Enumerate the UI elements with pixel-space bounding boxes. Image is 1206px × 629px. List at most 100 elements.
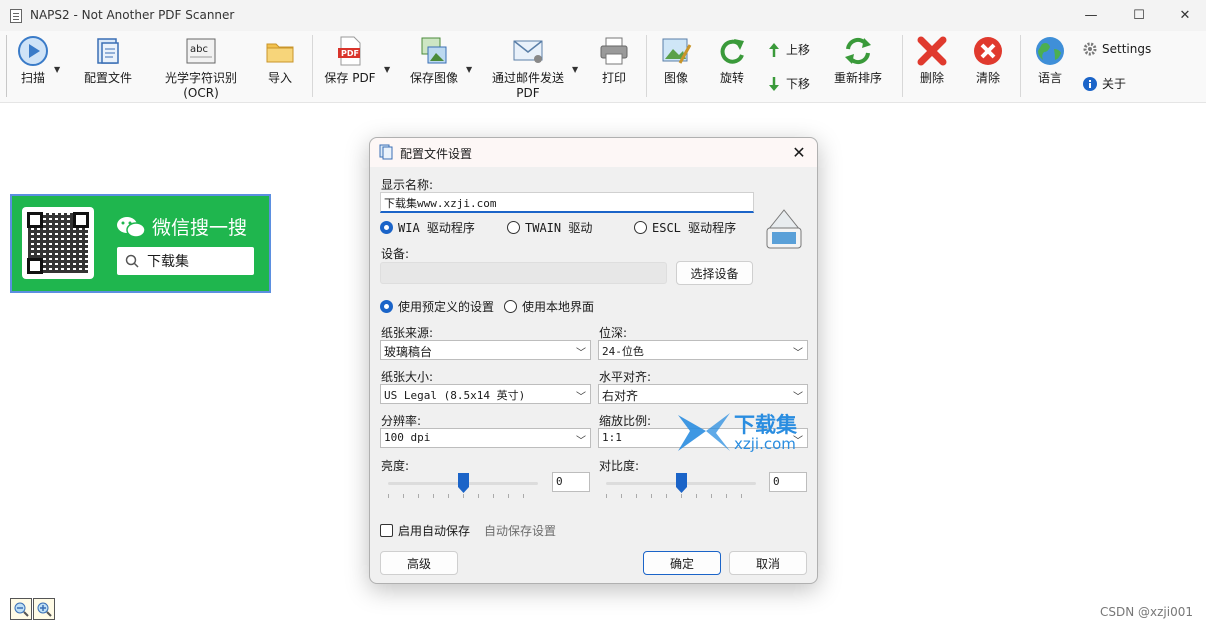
ocr-label-line2: (OCR) [183,86,219,100]
toolbar-separator [646,35,647,97]
page-size-select[interactable]: US Legal (8.5x14 英寸) ﹀ [380,384,591,404]
brightness-input[interactable]: 0 [552,472,590,492]
advanced-button[interactable]: 高级 [380,551,458,575]
email-icon [512,35,544,67]
ocr-label-line1: 光学字符识别 [164,71,237,85]
images-icon [418,35,450,67]
clear-label: 清除 [975,71,1000,85]
scan-button[interactable]: 扫描 [14,35,52,101]
scan-icon [17,35,49,67]
reorder-button[interactable]: 重新排序 [830,35,886,101]
cancel-button[interactable]: 取消 [729,551,807,575]
image-edit-icon [660,35,692,67]
resolution-value: 100 dpi [384,431,431,444]
native-ui-radio[interactable]: 使用本地界面 [504,298,594,315]
chevron-down-icon: ﹀ [576,392,586,403]
clear-button[interactable]: 清除 [970,35,1006,101]
image-button[interactable]: 图像 [658,35,694,101]
save-pdf-label: 保存 PDF [324,71,376,85]
search-icon [125,254,139,268]
save-pdf-dropdown-icon[interactable]: ▼ [384,65,390,74]
autosave-checkbox[interactable]: 启用自动保存 [380,522,470,539]
save-images-dropdown-icon[interactable]: ▼ [466,65,472,74]
reorder-icon [842,35,874,67]
wechat-search-text: 微信搜一搜 [152,217,248,239]
chevron-down-icon: ﹀ [793,348,803,359]
bit-depth-value: 24-位色 [602,345,644,358]
choose-device-button[interactable]: 选择设备 [676,261,753,285]
toolbar-grip [6,35,7,97]
contrast-slider-thumb[interactable] [676,473,687,493]
close-window-button[interactable]: ✕ [1162,0,1206,31]
rotate-icon [716,35,748,67]
ok-button[interactable]: 确定 [643,551,721,575]
toolbar-separator [1020,35,1021,97]
bit-depth-select[interactable]: 24-位色 ﹀ [598,340,808,360]
paper-source-value: 玻璃稿台 [384,345,433,359]
zoom-in-icon [37,602,52,617]
email-pdf-button[interactable]: 通过邮件发送 PDF [486,35,570,101]
radio-dot [504,300,517,313]
globe-icon [1034,35,1066,67]
save-pdf-button[interactable]: PDF 保存 PDF [322,35,378,101]
dialog-close-button[interactable]: ✕ [789,142,809,162]
page-size-label: 纸张大小: [381,370,434,384]
profiles-icon [92,35,124,67]
ocr-icon: abc [185,35,217,67]
brightness-slider-thumb[interactable] [458,473,469,493]
move-up-button[interactable]: 上移 [766,41,810,58]
rotate-button[interactable]: 旋转 [714,35,750,101]
import-button[interactable]: 导入 [262,35,298,101]
display-name-input[interactable]: 下载集www.xzji.com [380,192,754,213]
profiles-button[interactable]: 配置文件 [80,35,136,101]
settings-label: Settings [1102,42,1152,56]
zoom-out-button[interactable] [10,598,32,620]
arrow-up-icon [766,42,782,58]
dialog-title: 配置文件设置 [400,147,473,161]
wia-driver-radio[interactable]: WIA 驱动程序 [380,219,475,236]
scale-label: 缩放比例: [599,414,652,428]
wechat-qr-banner: 微信搜一搜 下载集 [10,194,271,293]
contrast-slider[interactable] [606,472,756,498]
save-images-button[interactable]: 保存图像 [404,35,464,101]
language-button[interactable]: 语言 [1032,35,1068,101]
device-field [380,262,667,284]
settings-button[interactable]: Settings [1082,41,1151,57]
delete-button[interactable]: 删除 [914,35,950,101]
info-icon [1082,76,1098,92]
brightness-slider[interactable] [388,472,538,498]
minimize-button[interactable]: — [1068,0,1114,31]
bit-depth-label: 位深: [599,326,628,340]
zoom-in-button[interactable] [33,598,55,620]
radio-dot [507,221,520,234]
email-dropdown-icon[interactable]: ▼ [572,65,578,74]
h-align-select[interactable]: 右对齐 ﹀ [598,384,808,404]
radio-dot [380,300,393,313]
twain-driver-radio[interactable]: TWAIN 驱动 [507,219,592,236]
wia-driver-label: WIA 驱动程序 [398,221,475,235]
site-watermark: 下载集 xzji.com [676,409,816,455]
maximize-button[interactable]: ☐ [1116,0,1162,31]
print-button[interactable]: 打印 [596,35,632,101]
escl-driver-radio[interactable]: ESCL 驱动程序 [634,219,736,236]
printer-icon [598,35,630,67]
predefined-settings-radio[interactable]: 使用预定义的设置 [380,298,494,315]
paper-source-select[interactable]: 玻璃稿台 ﹀ [380,340,591,360]
watermark-logo-icon [678,413,730,451]
window-title: NAPS2 - Not Another PDF Scanner [30,8,235,22]
resolution-select[interactable]: 100 dpi ﹀ [380,428,591,448]
contrast-input[interactable]: 0 [769,472,807,492]
move-down-label: 下移 [786,77,811,91]
delete-x-icon [916,35,948,67]
about-button[interactable]: 关于 [1082,75,1126,92]
ocr-button[interactable]: abc 光学字符识别 (OCR) [158,35,244,101]
autosave-settings-link[interactable]: 自动保存设置 [484,522,556,539]
scan-dropdown-icon[interactable]: ▼ [54,65,60,74]
delete-label: 删除 [919,71,944,85]
escl-driver-label: ESCL 驱动程序 [652,221,737,235]
autosave-label: 启用自动保存 [398,524,471,538]
move-down-button[interactable]: 下移 [766,75,810,92]
email-label-line1: 通过邮件发送 [491,71,564,85]
gear-icon [1082,41,1098,57]
print-label: 打印 [601,71,626,85]
